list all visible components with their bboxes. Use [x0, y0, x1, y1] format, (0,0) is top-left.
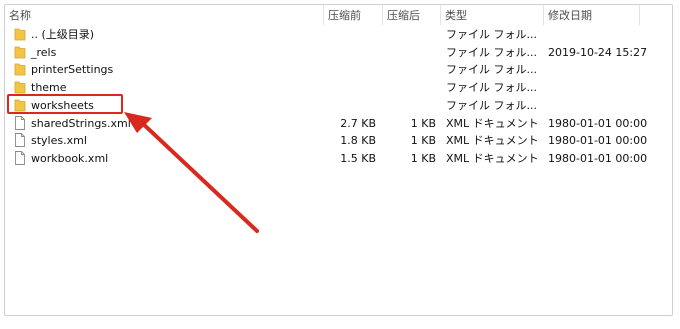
file-icon	[14, 115, 26, 130]
file-original-size	[383, 44, 436, 62]
file-compressed-size	[324, 44, 376, 62]
folder-icon	[14, 80, 26, 94]
file-compressed-size: 2.7 KB	[340, 116, 376, 130]
file-compressed-size	[324, 97, 376, 115]
file-original-size	[383, 61, 436, 79]
file-original-size: 1 KB	[410, 134, 436, 148]
file-type: XML ドキュメント	[446, 134, 539, 148]
column-divider[interactable]	[639, 5, 640, 25]
file-name: styles.xml	[31, 134, 87, 148]
file-modified: 1980-01-01 00:00	[548, 151, 648, 165]
file-compressed-size: 1.5 KB	[340, 151, 376, 165]
file-type: XML ドキュメント	[446, 151, 539, 165]
column-type-header[interactable]: 类型	[441, 5, 543, 25]
folder-icon	[14, 45, 26, 59]
file-modified: 1980-01-01 00:00	[548, 116, 648, 130]
annotation-highlight-box	[7, 94, 123, 114]
file-icon	[14, 150, 26, 165]
file-row[interactable]: styles.xml 1.8 KB 1 KB XML ドキュメント 1980-01-01…	[5, 132, 672, 150]
file-type: ファイル フォル...	[446, 45, 537, 59]
file-name: workbook.xml	[31, 151, 109, 165]
file-original-size: 1 KB	[410, 151, 436, 165]
file-name: sharedStrings.xml	[31, 116, 131, 130]
file-name: .. (上级目录)	[31, 28, 95, 41]
file-type: XML ドキュメント	[446, 116, 539, 130]
column-original-header[interactable]: 压缩后	[383, 5, 440, 25]
file-row[interactable]: _rels ファイル フォル... 2019-10-24 15:27	[5, 44, 672, 62]
file-modified: 1980-01-01 00:00	[548, 134, 648, 148]
file-name: _rels	[31, 45, 57, 59]
file-row[interactable]: printerSettings ファイル フォル...	[5, 61, 672, 79]
file-name: printerSettings	[31, 63, 114, 77]
file-row[interactable]: .. (上级目录) ファイル フォル...	[5, 26, 672, 44]
file-original-size	[383, 79, 436, 97]
file-original-size	[383, 97, 436, 115]
file-icon	[14, 133, 26, 148]
file-type: ファイル フォル...	[446, 98, 537, 112]
file-type: ファイル フォル...	[446, 63, 537, 77]
column-compressed-header[interactable]: 压缩前	[324, 5, 382, 25]
file-compressed-size	[324, 61, 376, 79]
column-modified-header[interactable]: 修改日期	[544, 5, 639, 25]
file-original-size: 1 KB	[410, 116, 436, 130]
column-header: 名称 压缩前 压缩后 类型 修改日期	[5, 5, 672, 25]
column-name-header[interactable]: 名称	[5, 5, 323, 25]
file-modified: 2019-10-24 15:27	[548, 45, 648, 59]
file-compressed-size: 1.8 KB	[340, 134, 376, 148]
folder-icon	[14, 27, 26, 41]
folder-icon	[14, 62, 26, 76]
file-type: ファイル フォル...	[446, 28, 537, 41]
file-compressed-size	[324, 79, 376, 97]
file-compressed-size	[324, 26, 376, 44]
file-row[interactable]: sharedStrings.xml 2.7 KB 1 KB XML ドキュメント 198…	[5, 115, 672, 133]
file-row[interactable]: workbook.xml 1.5 KB 1 KB XML ドキュメント 1980-01-…	[5, 150, 672, 168]
file-original-size	[383, 26, 436, 44]
file-type: ファイル フォル...	[446, 81, 537, 95]
